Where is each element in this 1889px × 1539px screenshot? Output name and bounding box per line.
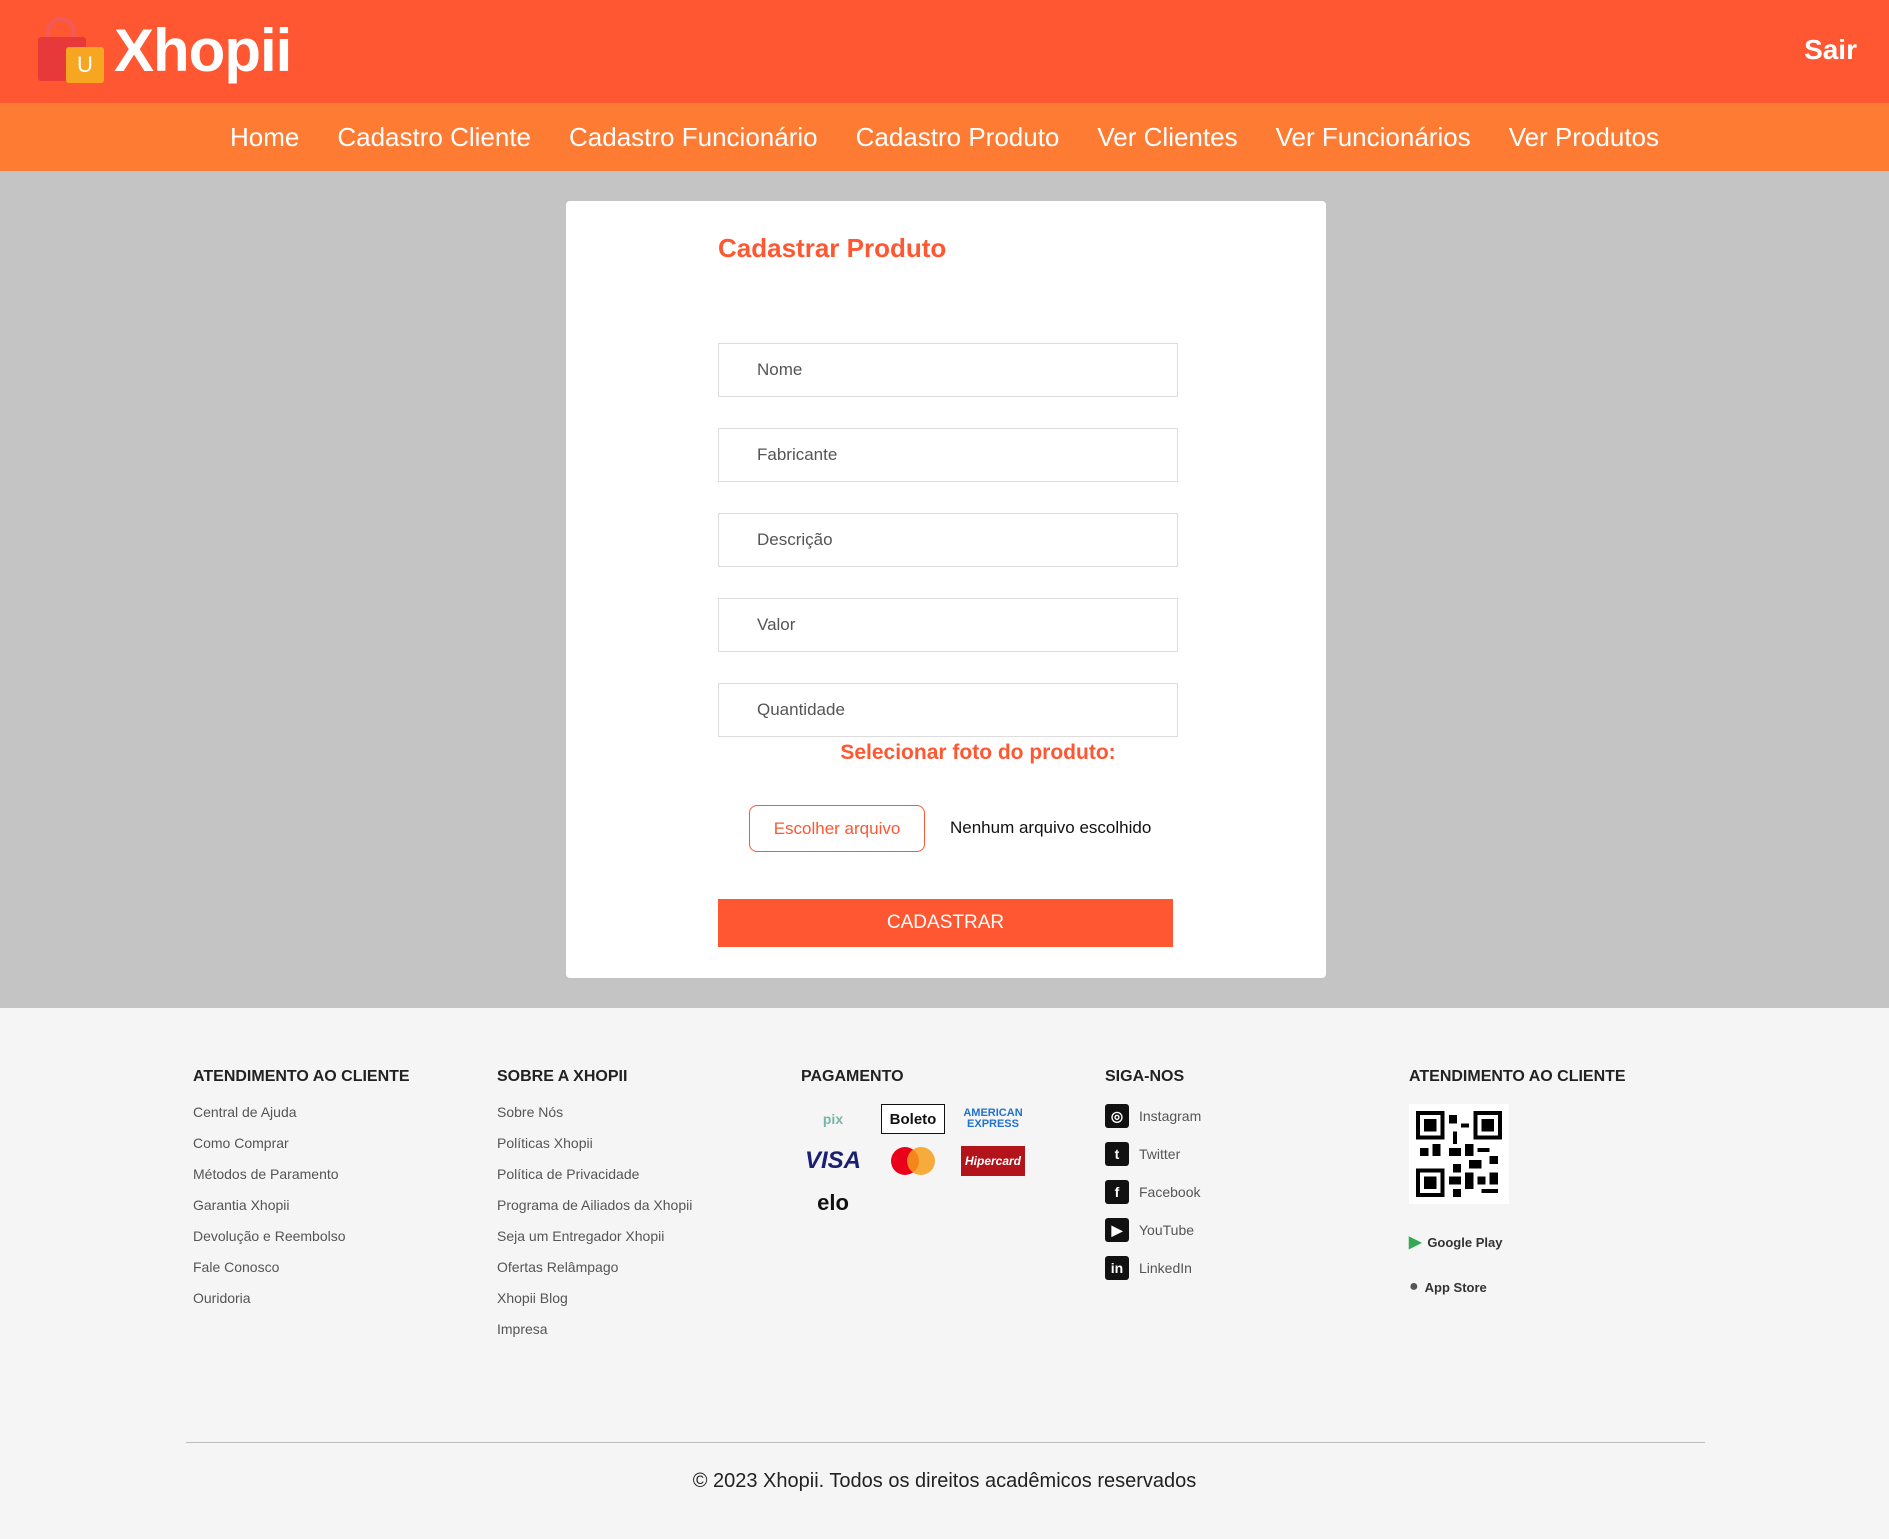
footer-about: SOBRE A XHOPII Sobre Nós Políticas Xhopi… [497,1068,692,1352]
main-content: Cadastrar Produto Selecionar foto do pro… [0,171,1889,1008]
brand-logo[interactable]: U Xhopii [36,8,292,92]
nav-home[interactable]: Home [230,122,299,153]
twitter-icon: t [1105,1142,1129,1166]
choose-file-button[interactable]: Escolher arquivo [749,805,925,852]
top-header: U Xhopii Sair [0,0,1889,103]
footer-heading: PAGAMENTO [801,1068,904,1085]
manufacturer-input[interactable] [718,428,1178,482]
google-play-icon: ▶ [1409,1234,1422,1251]
app-store-badge[interactable]: ● App Store [1409,1278,1626,1296]
social-link-instagram[interactable]: ◎ Instagram [1105,1104,1201,1128]
footer-link[interactable]: Políticas Xhopii [497,1135,692,1152]
nav-ver-clientes[interactable]: Ver Clientes [1097,122,1237,153]
nav-cadastro-cliente[interactable]: Cadastro Cliente [337,122,531,153]
footer-heading: ATENDIMENTO AO CLIENTE [193,1068,410,1085]
footer-customer-service: ATENDIMENTO AO CLIENTE Central de Ajuda … [193,1068,410,1321]
main-nav: Home Cadastro Cliente Cadastro Funcionár… [0,103,1889,171]
footer-link[interactable]: Garantia Xhopii [193,1197,410,1214]
apple-icon: ● [1409,1278,1419,1295]
footer-link[interactable]: Central de Ajuda [193,1104,410,1121]
footer-heading: SOBRE A XHOPII [497,1068,628,1085]
footer-heading: ATENDIMENTO AO CLIENTE [1409,1068,1626,1085]
price-input[interactable] [718,598,1178,652]
amex-logo: AMERICAN EXPRESS [963,1107,1023,1130]
logout-link[interactable]: Sair [1804,34,1857,66]
brand-name: Xhopii [114,16,292,84]
form-title: Cadastrar Produto [718,233,947,263]
footer-link[interactable]: Fale Conosco [193,1259,410,1276]
google-play-badge[interactable]: ▶ Google Play [1409,1232,1626,1252]
footer-apps: ATENDIMENTO AO CLIENTE ▶ Google Play ● App… [1409,1068,1626,1322]
footer-link[interactable]: Como Comprar [193,1135,410,1152]
footer-payment: PAGAMENTO pix Boleto AMERICAN EXPRESS VI… [801,1068,1025,1218]
footer-link[interactable]: Seja um Entregador Xhopii [497,1228,692,1245]
social-link-youtube[interactable]: ▶ YouTube [1105,1218,1201,1242]
file-status-text: Nenhum arquivo escolhido [950,818,1152,837]
facebook-icon: f [1105,1180,1129,1204]
quantity-input[interactable] [718,683,1178,737]
site-footer: ATENDIMENTO AO CLIENTE Central de Ajuda … [0,1008,1889,1539]
qr-code [1409,1104,1509,1204]
nav-ver-funcionarios[interactable]: Ver Funcionários [1276,122,1471,153]
nav-cadastro-produto[interactable]: Cadastro Produto [856,122,1060,153]
social-link-linkedin[interactable]: in LinkedIn [1105,1256,1201,1280]
footer-link[interactable]: Métodos de Paramento [193,1166,410,1183]
social-link-twitter[interactable]: t Twitter [1105,1142,1201,1166]
footer-link[interactable]: Programa de Ailiados da Xhopii [497,1197,692,1214]
footer-divider [186,1442,1705,1443]
hipercard-logo: Hipercard [961,1146,1025,1176]
elo-logo: elo [817,1190,849,1215]
nav-ver-produtos[interactable]: Ver Produtos [1509,122,1659,153]
footer-link[interactable]: Ouridoria [193,1290,410,1307]
pix-logo: pix [822,1111,844,1127]
copyright-text: © 2023 Xhopii. Todos os direitos acadêmi… [692,1470,1197,1492]
visa-logo: VISA [804,1147,861,1174]
linkedin-icon: in [1105,1256,1129,1280]
footer-link[interactable]: Sobre Nós [497,1104,692,1121]
register-button[interactable]: CADASTRAR [718,899,1173,947]
photo-upload-label: Selecionar foto do produto: [840,741,1116,764]
footer-social: SIGA-NOS ◎ Instagram t Twitter f Facebook ▶… [1105,1068,1201,1294]
youtube-icon: ▶ [1105,1218,1129,1242]
shopping-bag-icon: U [36,15,108,85]
social-link-facebook[interactable]: f Facebook [1105,1180,1201,1204]
footer-link[interactable]: Impresa [497,1321,692,1338]
name-input[interactable] [718,343,1178,397]
nav-cadastro-funcionario[interactable]: Cadastro Funcionário [569,122,818,153]
product-form-card: Cadastrar Produto Selecionar foto do pro… [566,201,1326,978]
boleto-logo: Boleto [881,1104,945,1134]
footer-link[interactable]: Xhopii Blog [497,1290,692,1307]
footer-heading: SIGA-NOS [1105,1068,1185,1085]
mastercard-logo [881,1146,945,1176]
footer-link[interactable]: Política de Privacidade [497,1166,692,1183]
footer-link[interactable]: Devolução e Reembolso [193,1228,410,1245]
instagram-icon: ◎ [1105,1104,1129,1128]
footer-link[interactable]: Ofertas Relâmpago [497,1259,692,1276]
description-input[interactable] [718,513,1178,567]
